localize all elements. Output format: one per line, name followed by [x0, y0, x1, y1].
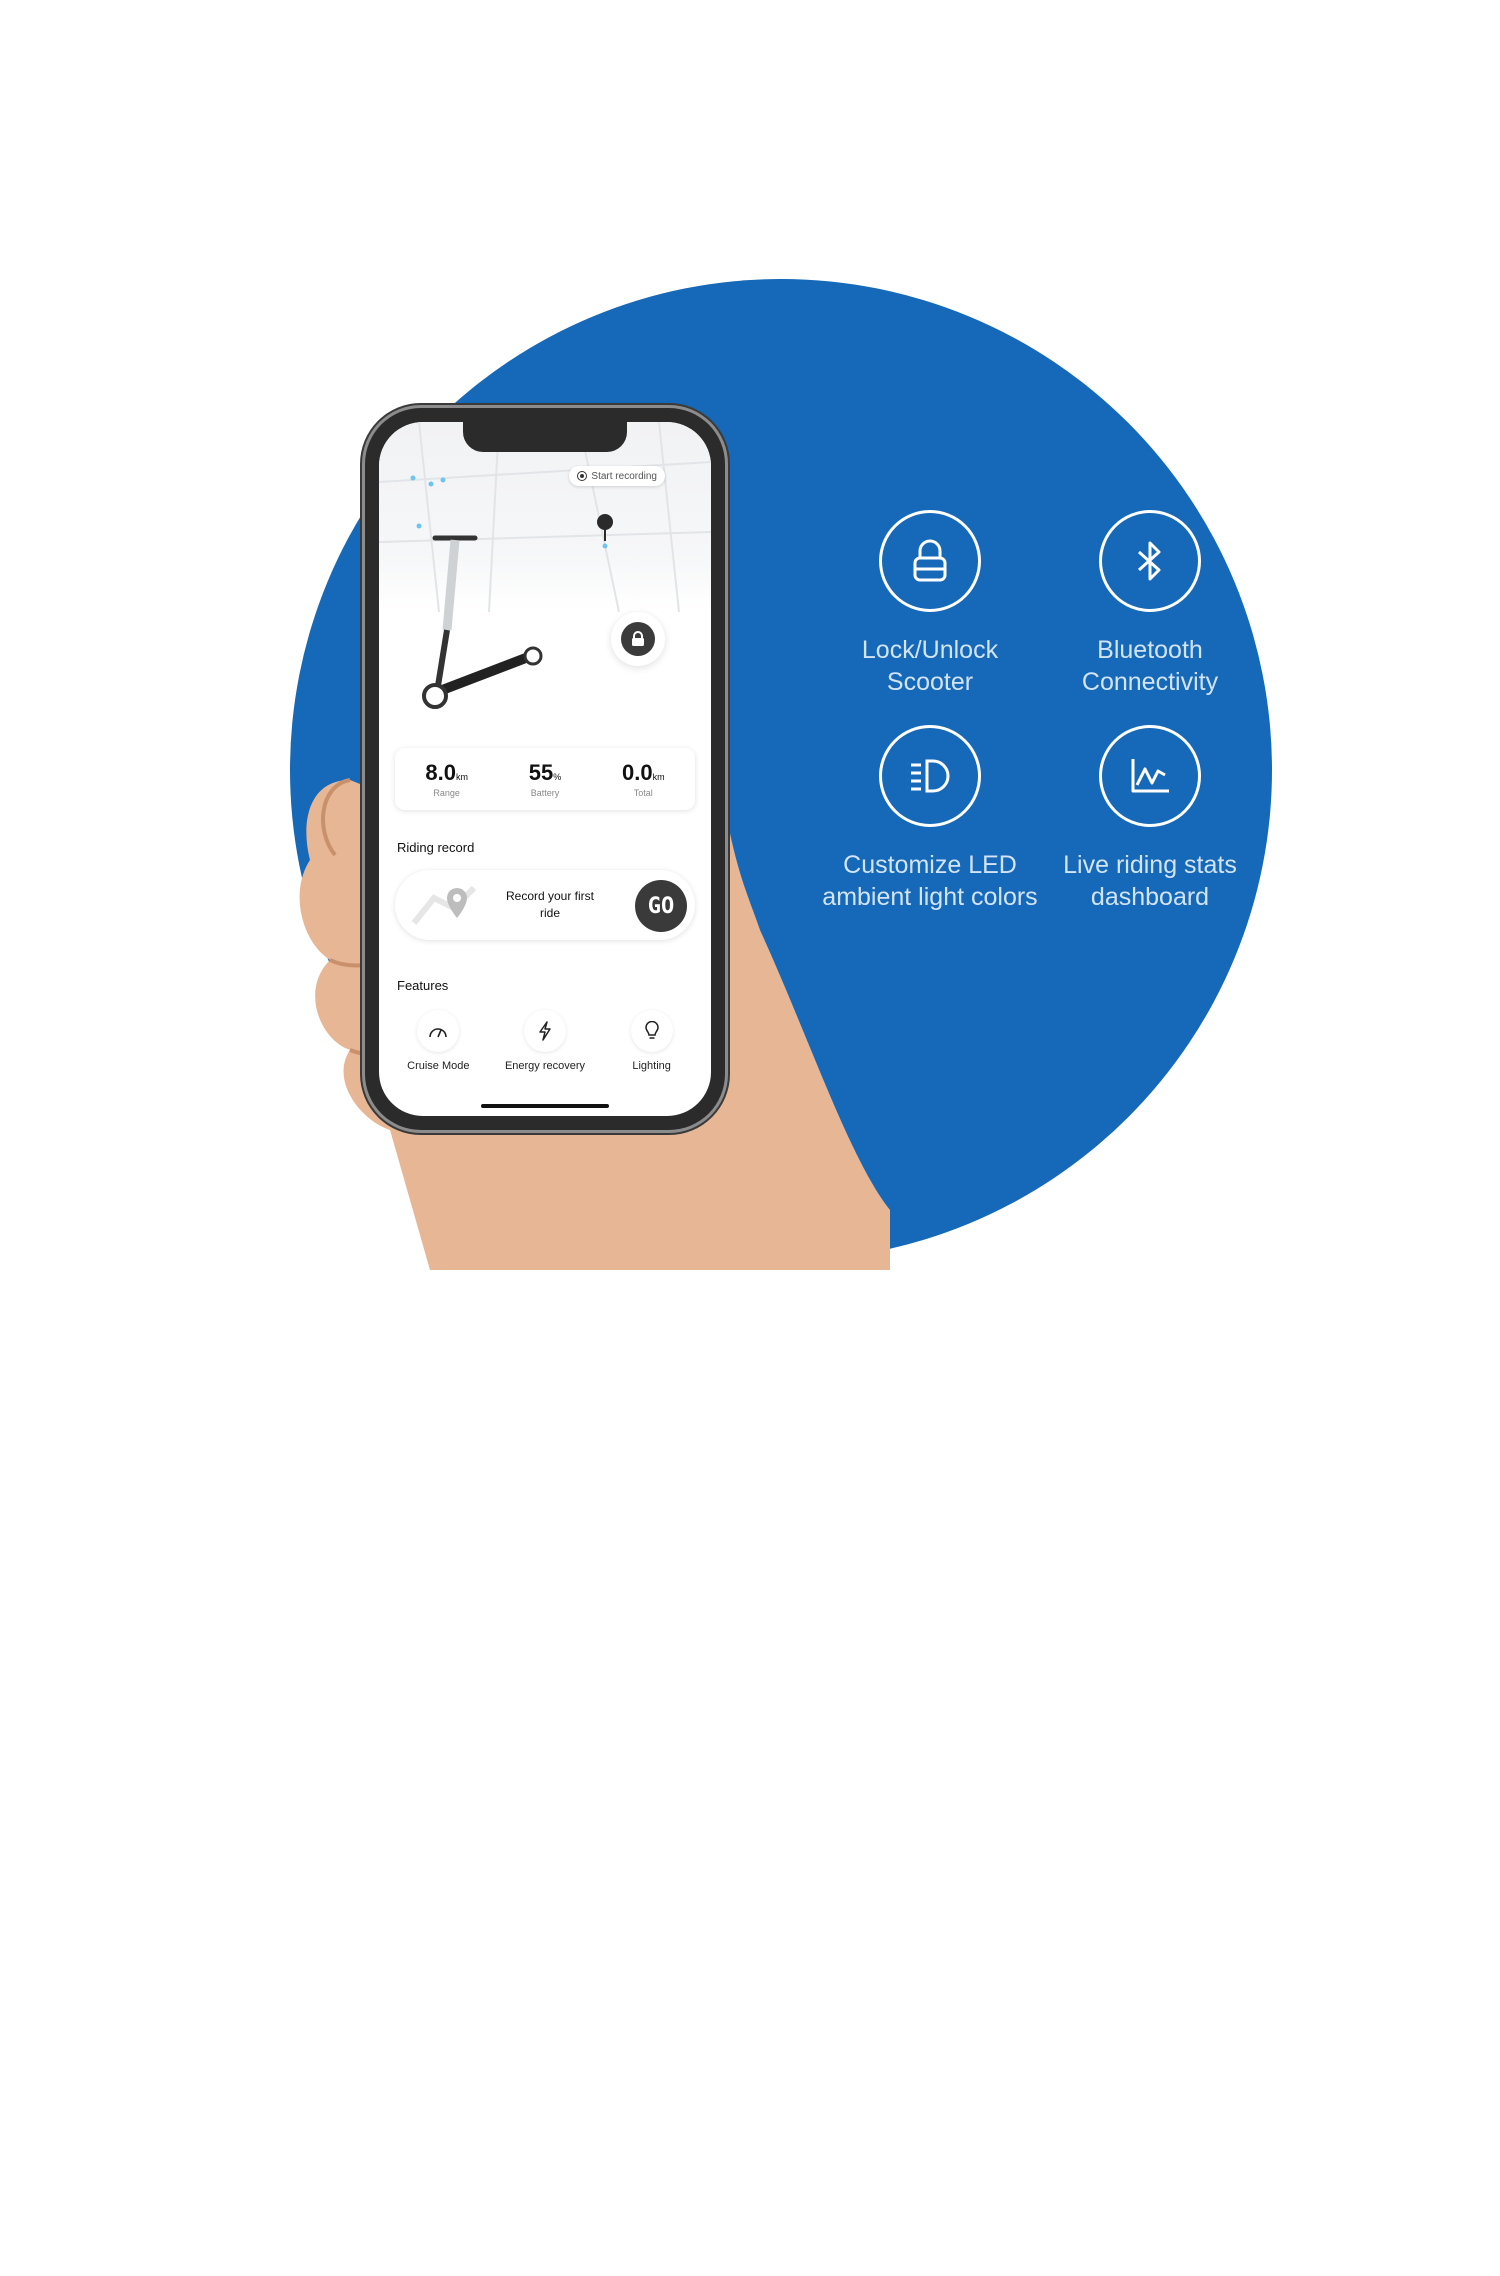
features-title: Features: [397, 978, 449, 993]
record-prompt: Record your first ride: [505, 889, 595, 920]
chart-icon: [1099, 725, 1201, 827]
stat-value: 55: [528, 760, 554, 785]
lightning-icon: [523, 1010, 566, 1052]
cruise-mode-button[interactable]: Cruise Mode: [388, 1010, 488, 1072]
stat-battery: 55% Battery: [529, 760, 562, 798]
stat-unit: %: [553, 772, 562, 782]
stat-range: 8.0km Range: [425, 760, 468, 798]
stat-label: Battery: [530, 788, 560, 798]
stat-label: Total: [633, 788, 653, 798]
bulb-icon: [630, 1010, 673, 1052]
feature-stats: Live riding stats dashboard: [1040, 725, 1260, 913]
home-indicator[interactable]: [481, 1104, 609, 1108]
record-icon: [577, 471, 588, 481]
map-pin-illustration: [411, 885, 477, 925]
stats-card: 8.0km Range 55% Battery 0.0km Total: [395, 748, 695, 810]
feature-label: Live riding stats dashboard: [1063, 851, 1237, 911]
start-recording-button[interactable]: Start recording: [569, 466, 665, 486]
phone-device: Start recording 8.0km Range 55% Battery …: [365, 408, 725, 1130]
lock-button[interactable]: [611, 612, 665, 666]
lock-icon: [879, 510, 981, 612]
stat-value: 8.0: [425, 760, 456, 785]
app-feature-row: Cruise Mode Energy recovery Lighting: [385, 1010, 705, 1072]
location-pin-icon: [597, 514, 613, 541]
feature-item-label: Lighting: [632, 1060, 671, 1072]
start-recording-label: Start recording: [591, 470, 657, 482]
stat-total: 0.0km Total: [622, 760, 665, 798]
feature-label: Bluetooth Connectivity: [1081, 636, 1219, 696]
scooter-image: [422, 535, 543, 709]
stat-value: 0.0: [622, 760, 653, 785]
stat-unit: km: [455, 772, 468, 782]
stat-unit: km: [652, 772, 665, 782]
riding-record-title: Riding record: [397, 840, 475, 855]
feature-label: Lock/Unlock Scooter: [861, 636, 999, 696]
lighting-button[interactable]: Lighting: [602, 1010, 702, 1072]
feature-lock: Lock/Unlock Scooter: [820, 510, 1040, 698]
feature-item-label: Cruise Mode: [407, 1060, 470, 1072]
speedometer-icon: [417, 1010, 460, 1052]
feature-bluetooth: Bluetooth Connectivity: [1040, 510, 1260, 698]
stat-label: Range: [433, 788, 460, 798]
energy-recovery-button[interactable]: Energy recovery: [495, 1010, 595, 1072]
phone-notch: [463, 422, 627, 452]
go-button[interactable]: GO: [635, 880, 687, 932]
record-ride-card[interactable]: Record your first ride GO: [395, 870, 695, 940]
bluetooth-icon: [1099, 510, 1201, 612]
app-screen: Start recording 8.0km Range 55% Battery …: [379, 422, 711, 1116]
feature-item-label: Energy recovery: [504, 1060, 586, 1072]
lock-icon: [621, 622, 655, 656]
